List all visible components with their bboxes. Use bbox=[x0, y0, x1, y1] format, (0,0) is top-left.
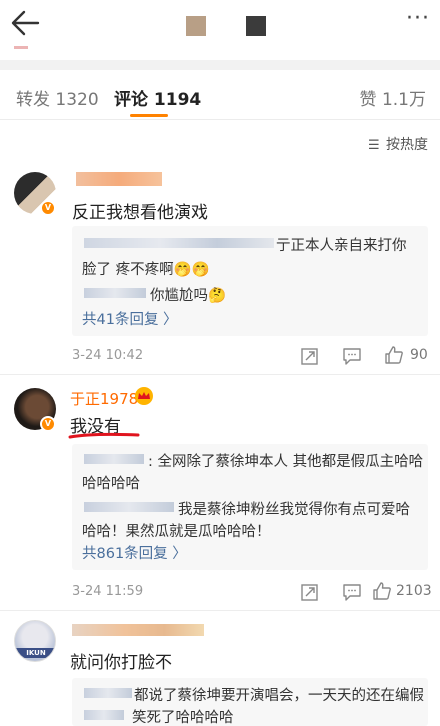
handwritten-underline bbox=[68, 432, 140, 439]
tab-bar: 转发 1320 评论 1194 赞 1.1万 bbox=[0, 70, 440, 120]
top-bar: ··· bbox=[0, 0, 440, 50]
username[interactable]: 于正1978 bbox=[70, 388, 138, 409]
comment-icon[interactable] bbox=[342, 346, 362, 366]
blurred-avatar-right bbox=[246, 16, 266, 36]
tab-likes[interactable]: 赞 1.1万 bbox=[360, 85, 426, 110]
sort-label: 按热度 bbox=[386, 137, 428, 153]
reply-text: : 全网除了蔡徐坤本人 其他都是假瓜主哈哈 bbox=[148, 454, 424, 470]
reply-text: 脸了 疼不疼啊🤭🤭 bbox=[82, 262, 210, 278]
blurred-username bbox=[84, 454, 144, 464]
tab-reposts[interactable]: 转发 1320 bbox=[16, 85, 99, 110]
more-icon[interactable]: ··· bbox=[406, 8, 430, 32]
reply-text: 亍正本人亲自来打你 bbox=[276, 238, 407, 254]
divider bbox=[0, 610, 440, 611]
back-arrow-icon[interactable] bbox=[8, 6, 42, 40]
divider bbox=[0, 374, 440, 375]
blurred-username bbox=[72, 624, 204, 636]
verified-badge-icon: V bbox=[40, 416, 56, 432]
view-replies-link[interactable]: 共41条回复 〉 bbox=[82, 308, 178, 329]
comment-text: 就问你打脸不 bbox=[70, 653, 172, 673]
like-count: 90 bbox=[410, 347, 428, 363]
verified-badge-icon: V bbox=[40, 200, 56, 216]
reply-text: 哈哈哈哈 bbox=[82, 476, 140, 492]
blurred-username bbox=[84, 288, 146, 298]
like-count: 2103 bbox=[396, 583, 432, 599]
avatar[interactable]: IKUN bbox=[14, 620, 56, 662]
blurred-username bbox=[84, 688, 132, 698]
section-separator bbox=[0, 60, 440, 70]
sort-by-hot-button[interactable]: ☰ 按热度 bbox=[368, 134, 428, 154]
active-tab-indicator bbox=[130, 114, 168, 117]
tab-comments[interactable]: 评论 1194 bbox=[114, 85, 201, 110]
reply-preview-box[interactable]: : 全网除了蔡徐坤本人 其他都是假瓜主哈哈 哈哈哈哈 我是蔡徐坤粉丝我觉得你有点… bbox=[72, 444, 428, 570]
comment-time: 3-24 10:42 bbox=[72, 348, 144, 363]
like-icon[interactable] bbox=[384, 345, 404, 365]
reply-text: 你尴尬吗🤔 bbox=[150, 288, 227, 304]
comment-time: 3-24 11:59 bbox=[72, 584, 144, 599]
reply-text: 哈哈！果然瓜就是瓜哈哈哈！ bbox=[82, 524, 271, 540]
blurred-username bbox=[76, 172, 162, 186]
view-replies-link[interactable]: 共861条回复 〉 bbox=[82, 542, 187, 563]
repost-icon[interactable] bbox=[300, 582, 320, 602]
blurred-username bbox=[84, 710, 124, 720]
comment-text: 反正我想看他演戏 bbox=[72, 203, 208, 223]
like-icon[interactable] bbox=[372, 581, 392, 601]
blurred-avatar-left bbox=[186, 16, 206, 36]
reply-text: 笑死了哈哈哈哈 bbox=[132, 710, 234, 726]
crown-badge-icon bbox=[135, 387, 153, 405]
reply-preview-box[interactable]: 都说了蔡徐坤要开演唱会，一天天的还在编假 笑死了哈哈哈哈 bbox=[72, 678, 428, 726]
repost-icon[interactable] bbox=[300, 346, 320, 366]
reply-text: 我是蔡徐坤粉丝我觉得你有点可爱哈 bbox=[178, 502, 410, 518]
blurred-username bbox=[84, 238, 274, 248]
sort-icon: ☰ bbox=[368, 138, 380, 153]
comment-icon[interactable] bbox=[342, 582, 362, 602]
reply-preview-box[interactable]: 亍正本人亲自来打你 脸了 疼不疼啊🤭🤭 你尴尬吗🤔 共41条回复 〉 bbox=[72, 226, 428, 336]
avatar-label: IKUN bbox=[15, 648, 55, 658]
blurred-text bbox=[14, 46, 28, 49]
blurred-username bbox=[84, 502, 174, 512]
reply-text: 都说了蔡徐坤要开演唱会，一天天的还在编假 bbox=[134, 688, 424, 704]
